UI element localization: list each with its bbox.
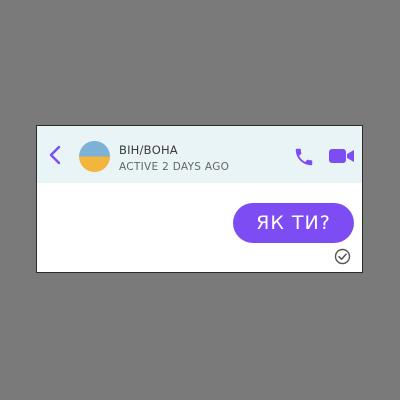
message-bubble[interactable]: ЯК ТИ? [233,203,354,243]
chat-window: ВІН/ВОНА ACTIVE 2 DAYS AGO ЯК ТИ? [36,125,363,273]
contact-status: ACTIVE 2 DAYS AGO [119,161,230,173]
phone-icon[interactable] [293,146,315,168]
chevron-left-icon[interactable] [45,144,65,166]
avatar[interactable] [79,141,110,172]
message-text: ЯК ТИ? [256,212,331,234]
contact-name: ВІН/ВОНА [119,143,178,157]
video-camera-icon[interactable] [328,147,356,165]
check-circle-icon [334,248,351,265]
chat-header: ВІН/ВОНА ACTIVE 2 DAYS AGO [37,126,362,183]
